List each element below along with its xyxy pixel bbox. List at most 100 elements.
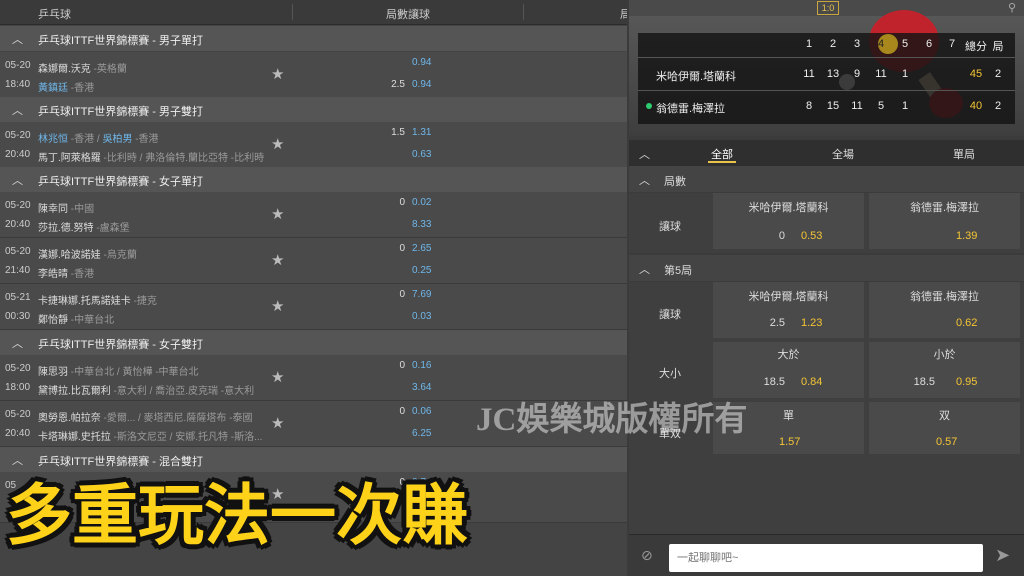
player-one: 森娜爾.沃克 -英格蘭 xyxy=(38,64,127,75)
market-label: 讓球 xyxy=(659,221,681,233)
match-row[interactable]: 05-20 20:40 林兆恒 -香港 / 吳柏男 -香港 馬丁.阿萊格羅 -比… xyxy=(0,122,627,168)
player-two: 黛博拉.比瓦爾利 -意大利 / 喬治亞.皮克瑞 -意大利 xyxy=(38,386,255,397)
set-score: 11 xyxy=(875,68,887,80)
odds-button[interactable]: 1.39 xyxy=(956,230,977,242)
odds-button[interactable]: 0.06 xyxy=(412,406,431,417)
odds-button[interactable]: 0.63 xyxy=(412,149,431,160)
chevron-up-icon[interactable]: ︿ xyxy=(12,335,23,351)
chevron-up-icon[interactable]: ︿ xyxy=(639,146,650,162)
section-title: 乒乓球ITTF世界錦標賽 - 男子單打 xyxy=(38,35,203,47)
chevron-up-icon[interactable]: ︿ xyxy=(12,31,23,47)
section-title: 乒乓球ITTF世界錦標賽 - 女子單打 xyxy=(38,176,203,188)
odds-button[interactable]: 0.94 xyxy=(412,57,431,68)
odds-button[interactable]: 0.53 xyxy=(801,230,822,242)
match-time: 00:30 xyxy=(5,311,31,322)
handicap-value: 1.5 xyxy=(391,127,405,138)
set-header: 5 xyxy=(901,38,909,50)
handicap-value: 0 xyxy=(399,406,405,417)
odds-button[interactable]: 0.84 xyxy=(801,376,822,388)
match-date: 05-20 xyxy=(5,200,31,211)
odds-button[interactable]: 1.57 xyxy=(779,436,800,448)
send-icon[interactable]: ➤ xyxy=(995,545,1010,566)
handicap-value: 0 xyxy=(399,197,405,208)
player-two: 卡塔琳娜.史托拉 -斯洛文尼亞 / 安娜.托凡特 -斯洛... xyxy=(38,432,263,443)
more-column-header[interactable]: 局 xyxy=(620,6,627,22)
odds-button[interactable]: 0.94 xyxy=(412,79,431,90)
odds-button[interactable]: 1.31 xyxy=(412,127,431,138)
set-header: 1 xyxy=(805,38,813,50)
chevron-up-icon[interactable]: ︿ xyxy=(639,261,650,277)
star-icon[interactable]: ★ xyxy=(271,368,284,386)
chevron-up-icon[interactable]: ︿ xyxy=(12,102,23,118)
games-handicap-header[interactable]: 局數讓球 xyxy=(386,6,430,22)
selection-name: 米哈伊爾.塔蘭科 xyxy=(748,202,829,214)
player-one: 陳幸同 -中國 xyxy=(38,204,95,215)
match-date: 05-20 xyxy=(5,60,31,71)
set-score: 13 xyxy=(826,68,840,80)
emoji-off-icon[interactable]: ⊘ xyxy=(641,547,653,564)
odds-button[interactable]: 2.65 xyxy=(412,243,431,254)
match-time: 21:40 xyxy=(5,265,31,276)
watermark-text: JC娛樂城版權所有 xyxy=(476,402,748,438)
set-score: 11 xyxy=(803,68,815,80)
star-icon[interactable]: ★ xyxy=(271,205,284,223)
tab-full-match[interactable]: 全場 xyxy=(832,146,854,162)
odds-button[interactable]: 0.57 xyxy=(936,436,957,448)
odds-button[interactable]: 8.33 xyxy=(412,219,431,230)
set-score: 11 xyxy=(851,100,863,112)
odds-button[interactable]: 0.95 xyxy=(956,376,977,388)
section-header[interactable]: ︿ 乒乓球ITTF世界錦標賽 - 男子單打 xyxy=(0,26,627,51)
chat-input[interactable] xyxy=(669,544,983,572)
odds-button[interactable]: 0.03 xyxy=(412,311,431,322)
match-row[interactable]: 05-20 21:40 漢娜.哈波諾娃 -烏克蘭 李皓晴 -香港 ★ 0 2.6… xyxy=(0,238,627,284)
odds-button[interactable]: 1.23 xyxy=(801,317,822,329)
set-header: 6 xyxy=(925,38,933,50)
star-icon[interactable]: ★ xyxy=(271,251,284,269)
odds-button[interactable]: 3.64 xyxy=(412,382,431,393)
set-score: 1 xyxy=(901,68,909,80)
match-time: 18:00 xyxy=(5,382,31,393)
player-name: 翁德雷.梅澤拉 xyxy=(656,103,726,115)
star-icon[interactable]: ★ xyxy=(271,414,284,432)
market-group-header[interactable]: ︿ 局數 xyxy=(629,166,1024,192)
star-icon[interactable]: ★ xyxy=(271,135,284,153)
player-two: 莎拉.德.努特 -盧森堡 xyxy=(38,223,130,234)
detail-topbar: 1:0 ⚲ xyxy=(629,0,1024,16)
set-score: 15 xyxy=(826,100,840,112)
section-header[interactable]: ︿ 乒乓球ITTF世界錦標賽 - 女子雙打 xyxy=(0,330,627,355)
odds-button[interactable]: 0.16 xyxy=(412,360,431,371)
chevron-up-icon[interactable]: ︿ xyxy=(12,172,23,188)
selection-name: 翁德雷.梅澤拉 xyxy=(909,202,980,214)
odds-button[interactable]: 0.25 xyxy=(412,265,431,276)
star-icon[interactable]: ★ xyxy=(271,65,284,83)
match-row[interactable]: 05-20 18:40 森娜爾.沃克 -英格蘭 黃鎮廷 -香港 ★ 2.5 0.… xyxy=(0,52,627,98)
pin-icon[interactable]: ⚲ xyxy=(1008,1,1016,14)
section-header[interactable]: ︿ 乒乓球ITTF世界錦標賽 - 女子單打 xyxy=(0,167,627,192)
section-header[interactable]: ︿ 乒乓球ITTF世界錦標賽 - 男子雙打 xyxy=(0,97,627,122)
star-icon[interactable]: ★ xyxy=(271,297,284,315)
handicap-value: 18.5 xyxy=(763,376,785,388)
player-one: 奧勞恩.帕拉奈 -愛爾... / 麥塔西尼.薩薩塔布 -泰國 xyxy=(38,413,253,424)
match-date: 05-20 xyxy=(5,246,31,257)
market-tabs: ︿ 全部 全場 單局 xyxy=(629,140,1024,166)
odds-button[interactable]: 7.69 xyxy=(412,289,431,300)
selection-name: 双 xyxy=(939,410,950,422)
odds-button[interactable]: 6.25 xyxy=(412,428,431,439)
scoreboard: 1 2 3 4 5 6 7 總分 局 米哈伊爾.塔蘭科 11 13 9 11 1… xyxy=(638,33,1015,124)
market-label: 讓球 xyxy=(659,309,681,321)
player-two: 馬丁.阿萊格羅 -比利時 / 弗洛倫特.蘭比亞特 -比利時 xyxy=(38,153,265,164)
match-row[interactable]: 05-21 00:30 卡捷琳娜.托馬諾娃卡 -捷克 鄭怡靜 -中華台北 ★ 0… xyxy=(0,284,627,330)
market-group-title: 第5局 xyxy=(664,265,693,277)
tab-single-game[interactable]: 單局 xyxy=(953,146,975,162)
match-time: 20:40 xyxy=(5,149,31,160)
player-name: 米哈伊爾.塔蘭科 xyxy=(656,71,737,83)
match-row[interactable]: 05-20 20:40 陳幸同 -中國 莎拉.德.努特 -盧森堡 ★ 0 0.0… xyxy=(0,192,627,238)
chevron-up-icon[interactable]: ︿ xyxy=(639,172,650,188)
tab-all[interactable]: 全部 xyxy=(711,146,733,162)
match-time: 20:40 xyxy=(5,219,31,230)
market-group-header[interactable]: ︿ 第5局 xyxy=(629,255,1024,281)
odds-button[interactable]: 0.62 xyxy=(956,317,977,329)
match-detail-panel: 1:0 ⚲ 1 2 3 4 5 6 7 總分 局 米哈伊爾.塔蘭科 11 13 … xyxy=(629,0,1024,576)
odds-button[interactable]: 0.02 xyxy=(412,197,431,208)
games-header: 局 xyxy=(992,41,1004,53)
